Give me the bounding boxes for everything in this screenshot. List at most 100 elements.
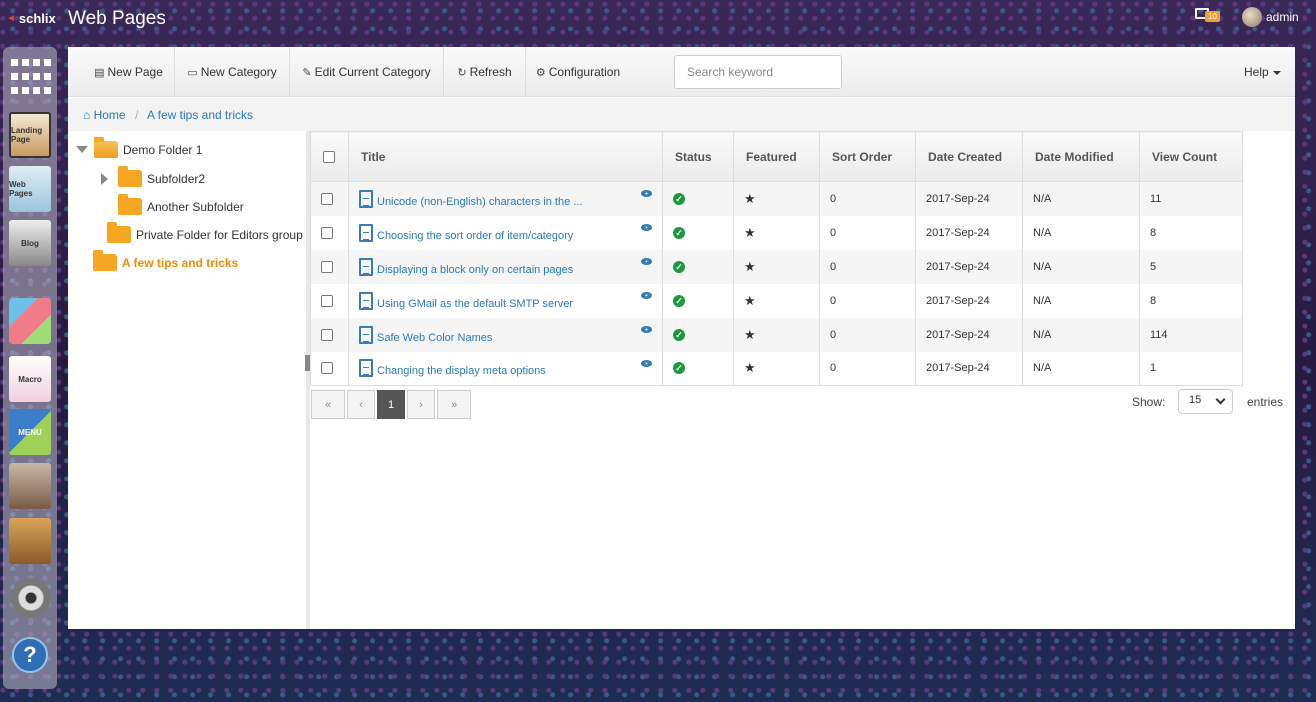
category-tree: Demo Folder 1 Subfolder2 Another Subfold… bbox=[68, 131, 306, 629]
landing-page-app-icon[interactable]: Landing Page bbox=[9, 112, 51, 158]
next-page-button[interactable]: › bbox=[407, 390, 435, 419]
col-sort-order[interactable]: Sort Order bbox=[819, 131, 916, 182]
users-app-icon[interactable] bbox=[9, 463, 51, 509]
row-select-cell bbox=[310, 283, 349, 318]
eye-icon[interactable] bbox=[641, 325, 652, 333]
user-menu[interactable]: admin bbox=[1242, 7, 1299, 27]
tree-node-private-folder[interactable]: Private Folder for Editors group bbox=[107, 222, 303, 243]
star-icon[interactable]: ★ bbox=[744, 191, 756, 206]
folder-icon bbox=[118, 166, 142, 187]
table-row[interactable]: Unicode (non-English) characters in the … bbox=[310, 181, 1243, 216]
schlix-logo[interactable]: ◄ schlix bbox=[6, 11, 56, 26]
table-row[interactable]: Changing the display meta options ✓ ★ 0 … bbox=[310, 351, 1243, 386]
featured-cell: ★ bbox=[733, 249, 820, 284]
star-icon[interactable]: ★ bbox=[744, 327, 756, 342]
star-icon[interactable]: ★ bbox=[744, 360, 756, 375]
help-label: Help bbox=[1244, 65, 1269, 79]
help-icon[interactable]: ? bbox=[12, 637, 48, 673]
col-title[interactable]: Title bbox=[348, 131, 663, 182]
title-cell: Using GMail as the default SMTP server bbox=[348, 283, 663, 318]
eye-icon[interactable] bbox=[641, 190, 652, 197]
tree-node-subfolder2[interactable]: Subfolder2 bbox=[101, 166, 205, 187]
view-count-cell: 1 bbox=[1139, 351, 1243, 386]
settings-gear-icon[interactable] bbox=[11, 578, 51, 618]
row-select-cell bbox=[310, 249, 349, 284]
col-date-created[interactable]: Date Created bbox=[915, 131, 1023, 182]
document-icon bbox=[359, 257, 373, 276]
check-circle-icon[interactable]: ✓ bbox=[673, 260, 685, 273]
row-checkbox[interactable] bbox=[321, 192, 333, 205]
check-circle-icon[interactable]: ✓ bbox=[673, 226, 685, 239]
col-status[interactable]: Status bbox=[662, 131, 734, 182]
collapse-caret-icon[interactable] bbox=[76, 146, 88, 153]
col-date-modified[interactable]: Date Modified bbox=[1022, 131, 1140, 182]
check-circle-icon[interactable]: ✓ bbox=[673, 328, 685, 341]
tree-node-tips-selected[interactable]: A few tips and tricks bbox=[93, 250, 238, 271]
page-title-link[interactable]: Safe Web Color Names bbox=[377, 332, 492, 344]
blocks-app-icon[interactable] bbox=[9, 298, 51, 344]
table-row[interactable]: Displaying a block only on certain pages… bbox=[310, 249, 1243, 284]
home-icon[interactable]: ⌂ bbox=[83, 108, 90, 122]
table-row[interactable]: Safe Web Color Names ✓ ★ 0 2017-Sep-24 N… bbox=[310, 317, 1243, 352]
web-pages-app-icon[interactable]: Web Pages bbox=[9, 166, 51, 212]
page-title-link[interactable]: Changing the display meta options bbox=[377, 365, 546, 377]
help-dropdown[interactable]: Help bbox=[1244, 65, 1281, 79]
row-select-cell bbox=[310, 351, 349, 386]
folder-outline-icon: ▭ bbox=[187, 67, 198, 79]
row-checkbox[interactable] bbox=[321, 362, 333, 375]
date-created-cell: 2017-Sep-24 bbox=[915, 249, 1023, 284]
page-title-link[interactable]: Unicode (non-English) characters in the … bbox=[377, 196, 582, 208]
select-all-header bbox=[310, 131, 349, 182]
date-modified-cell: N/A bbox=[1022, 351, 1140, 386]
eye-icon[interactable] bbox=[641, 257, 652, 265]
breadcrumb-home[interactable]: Home bbox=[94, 108, 126, 122]
col-view-count[interactable]: View Count bbox=[1139, 131, 1243, 182]
prev-page-button[interactable]: ‹ bbox=[347, 390, 375, 419]
breadcrumb-current[interactable]: A few tips and tricks bbox=[147, 108, 253, 122]
page-title-link[interactable]: Displaying a block only on certain pages bbox=[377, 264, 573, 276]
check-circle-icon[interactable]: ✓ bbox=[673, 362, 685, 375]
apps-grid-icon[interactable] bbox=[9, 55, 51, 101]
eye-icon[interactable] bbox=[641, 223, 652, 231]
pencil-icon: ✎ bbox=[302, 67, 312, 79]
search-input[interactable] bbox=[674, 55, 842, 89]
table-row[interactable]: Choosing the sort order of item/category… bbox=[310, 215, 1243, 250]
check-circle-icon[interactable]: ✓ bbox=[673, 192, 685, 205]
expand-caret-icon[interactable] bbox=[101, 172, 108, 185]
page-size-select[interactable]: 15 bbox=[1178, 389, 1233, 414]
first-page-button[interactable]: « bbox=[311, 390, 345, 419]
row-checkbox[interactable] bbox=[321, 294, 333, 307]
blog-app-icon[interactable]: Blog bbox=[9, 220, 51, 266]
col-featured[interactable]: Featured bbox=[733, 131, 820, 182]
menu-app-icon[interactable]: MENU bbox=[9, 409, 51, 455]
status-cell: ✓ bbox=[662, 215, 734, 250]
tools-app-icon[interactable] bbox=[9, 518, 51, 564]
notifications-button[interactable]: 10 bbox=[1195, 8, 1220, 24]
star-icon[interactable]: ★ bbox=[744, 293, 756, 308]
view-count-cell: 8 bbox=[1139, 283, 1243, 318]
star-icon[interactable]: ★ bbox=[744, 225, 756, 240]
new-page-button[interactable]: ▤ New Page bbox=[83, 47, 175, 97]
date-modified-cell: N/A bbox=[1022, 181, 1140, 216]
view-count-cell: 11 bbox=[1139, 181, 1243, 216]
page-title-link[interactable]: Using GMail as the default SMTP server bbox=[377, 298, 573, 310]
eye-icon[interactable] bbox=[641, 291, 652, 299]
macro-app-icon[interactable]: Macro bbox=[9, 356, 51, 402]
tree-node-demo-folder[interactable]: Demo Folder 1 bbox=[76, 137, 202, 158]
page-title-link[interactable]: Choosing the sort order of item/category bbox=[377, 230, 573, 242]
page-1-button[interactable]: 1 bbox=[377, 390, 405, 419]
edit-current-category-button[interactable]: ✎ Edit Current Category bbox=[290, 47, 444, 97]
row-checkbox[interactable] bbox=[321, 260, 333, 273]
table-row[interactable]: Using GMail as the default SMTP server ✓… bbox=[310, 283, 1243, 318]
eye-icon[interactable] bbox=[641, 359, 652, 367]
new-category-button[interactable]: ▭ New Category bbox=[175, 47, 290, 97]
check-circle-icon[interactable]: ✓ bbox=[673, 294, 685, 307]
row-checkbox[interactable] bbox=[321, 328, 333, 341]
last-page-button[interactable]: » bbox=[437, 390, 471, 419]
refresh-button[interactable]: ↻ Refresh bbox=[444, 47, 526, 97]
star-icon[interactable]: ★ bbox=[744, 259, 756, 274]
select-all-checkbox[interactable] bbox=[323, 151, 335, 164]
configuration-button[interactable]: ⚙ Configuration bbox=[526, 47, 630, 97]
row-checkbox[interactable] bbox=[321, 226, 333, 239]
tree-node-another-subfolder[interactable]: Another Subfolder bbox=[118, 194, 244, 215]
